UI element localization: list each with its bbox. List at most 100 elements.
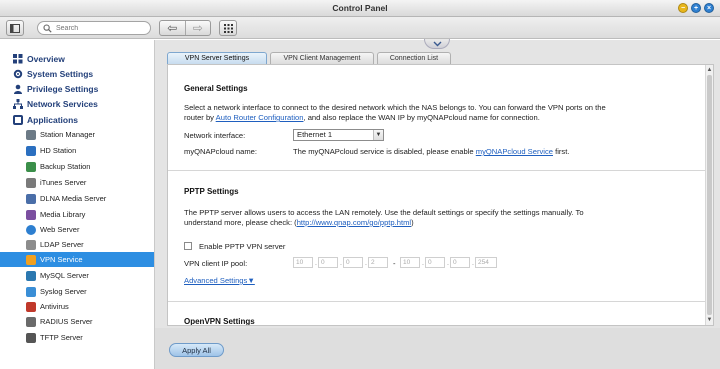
ip-pool-end-octet-2[interactable]: 0 — [425, 257, 445, 268]
search-input[interactable] — [56, 23, 146, 33]
ip-pool-start-octet-3[interactable]: 0 — [343, 257, 363, 268]
applications-icon — [13, 115, 23, 125]
antivirus-icon — [26, 301, 36, 312]
sidebar-item-label: TFTP Server — [40, 333, 83, 342]
tab-vpn-client-management[interactable]: VPN Client Management — [270, 52, 374, 64]
minimize-button[interactable]: − — [678, 3, 688, 13]
sidebar-item-syslog-server[interactable]: Syslog Server — [26, 284, 154, 299]
network-interface-value: Ethernet 1 — [297, 130, 333, 139]
scroll-up-arrow-icon[interactable]: ▲ — [706, 66, 713, 74]
itunes-server-icon — [26, 177, 36, 188]
ip-pool-end-octet-1[interactable]: 10 — [400, 257, 420, 268]
sidebar: Overview System Settings Privilege Setti… — [0, 40, 155, 369]
ip-pool-end-octet-3[interactable]: 0 — [450, 257, 470, 268]
vpn-service-icon — [26, 254, 36, 265]
pptp-description-line-2: understand more, please check: (http://w… — [184, 218, 709, 228]
close-button[interactable]: × — [704, 3, 714, 13]
web-server-icon — [26, 224, 36, 235]
ip-pool-start-octet-2[interactable]: 0 — [318, 257, 338, 268]
sidebar-item-media-library[interactable]: Media Library — [26, 207, 154, 222]
sidebar-item-label: Overview — [27, 54, 65, 64]
pptp-description: The PPTP server allows users to access t… — [184, 208, 709, 228]
sidebar-item-itunes-server[interactable]: iTunes Server — [26, 175, 154, 190]
tab-connection-list[interactable]: Connection List — [377, 52, 451, 64]
sidebar-item-label: Applications — [27, 115, 79, 125]
syslog-server-icon — [26, 286, 36, 297]
radius-server-icon — [26, 316, 36, 327]
network-interface-select[interactable]: Ethernet 1 ▼ — [293, 129, 384, 141]
sidebar-item-privilege-settings[interactable]: Privilege Settings — [13, 83, 98, 95]
search-icon — [43, 24, 52, 33]
ip-pool-end-octet-4[interactable]: 254 — [475, 257, 497, 268]
apply-all-button[interactable]: Apply All — [169, 343, 224, 357]
general-description-text: , and also replace the WAN IP by myQNAPc… — [303, 113, 540, 122]
general-description-line-1: Select a network interface to connect to… — [184, 103, 606, 112]
hd-station-icon — [26, 145, 36, 156]
sidebar-item-hd-station[interactable]: HD Station — [26, 143, 154, 158]
sidebar-item-tftp-server[interactable]: TFTP Server — [26, 330, 154, 345]
tftp-server-icon — [26, 332, 36, 343]
media-library-icon — [26, 209, 36, 220]
pptp-settings-title: PPTP Settings — [184, 187, 239, 196]
user-icon — [14, 84, 22, 94]
sidebar-item-label: Web Server — [40, 225, 80, 234]
sidebar-item-antivirus[interactable]: Antivirus — [26, 299, 154, 314]
vertical-scrollbar[interactable]: ▲ ▼ — [705, 65, 713, 325]
chevron-down-icon — [433, 41, 441, 46]
sidebar-item-backup-station[interactable]: Backup Station — [26, 159, 154, 174]
enable-pptp-checkbox[interactable] — [184, 242, 192, 250]
ip-pool-start-octet-4[interactable]: 2 — [368, 257, 388, 268]
scroll-down-arrow-icon[interactable]: ▼ — [706, 316, 713, 324]
enable-pptp-label: Enable PPTP VPN server — [199, 242, 286, 251]
sidebar-item-overview[interactable]: Overview — [13, 53, 65, 65]
sidebar-item-station-manager[interactable]: Station Manager — [26, 127, 154, 142]
sidebar-item-dlna-media-server[interactable]: DLNA Media Server — [26, 191, 154, 206]
ip-separator-dot: . — [365, 260, 367, 267]
window-controls: − + × — [678, 3, 714, 13]
sidebar-item-applications[interactable]: Applications — [13, 114, 78, 126]
sidebar-item-label: Backup Station — [40, 162, 91, 171]
ip-range-separator: - — [393, 259, 396, 268]
ip-separator-dot: . — [422, 260, 424, 267]
ip-pool-start-octet-1[interactable]: 10 — [293, 257, 313, 268]
back-button[interactable]: ⇦ — [160, 21, 185, 35]
sidebar-item-radius-server[interactable]: RADIUS Server — [26, 314, 154, 329]
toolbar: ⇦ ⇨ — [0, 17, 720, 39]
sidebar-item-web-server[interactable]: Web Server — [26, 222, 154, 237]
forward-button[interactable]: ⇨ — [184, 21, 211, 35]
sidebar-item-label: Antivirus — [40, 302, 69, 311]
advanced-settings-link[interactable]: Advanced Settings▼ — [184, 276, 255, 285]
sidebar-item-system-settings[interactable]: System Settings — [13, 68, 93, 80]
home-button[interactable] — [6, 20, 24, 36]
sidebar-item-mysql-server[interactable]: MySQL Server — [26, 268, 154, 283]
sidebar-item-ldap-server[interactable]: LDAP Server — [26, 237, 154, 252]
apps-button[interactable] — [219, 20, 237, 36]
sidebar-item-label: MySQL Server — [40, 271, 89, 280]
divider — [168, 301, 706, 302]
sidebar-item-vpn-service[interactable]: VPN Service — [0, 252, 154, 267]
sidebar-item-network-services[interactable]: Network Services — [13, 98, 98, 110]
tab-bar: VPN Server Settings VPN Client Managemen… — [167, 52, 451, 64]
myqnapcloud-name-label: myQNAPcloud name: — [184, 147, 258, 156]
main-panel: VPN Server Settings VPN Client Managemen… — [155, 39, 720, 369]
myqnapcloud-status: The myQNAPcloud service is disabled, ple… — [293, 147, 569, 156]
gear-icon — [13, 69, 23, 79]
sidebar-item-label: LDAP Server — [40, 240, 84, 249]
maximize-button[interactable]: + — [691, 3, 701, 13]
scrollbar-thumb[interactable] — [707, 75, 712, 315]
sidebar-item-label: Station Manager — [40, 130, 96, 139]
overview-icon — [13, 54, 23, 64]
tab-vpn-server-settings[interactable]: VPN Server Settings — [167, 52, 267, 64]
myqnapcloud-service-link[interactable]: myQNAPcloud Service — [476, 147, 553, 156]
sidebar-item-label: iTunes Server — [40, 178, 87, 187]
sidebar-item-label: Privilege Settings — [27, 84, 99, 94]
auto-router-configuration-link[interactable]: Auto Router Configuration — [216, 113, 304, 122]
search-box[interactable] — [37, 21, 151, 35]
ip-separator-dot: . — [472, 260, 474, 267]
myqnapcloud-status-text: The myQNAPcloud service is disabled, ple… — [293, 147, 476, 156]
sidebar-item-label: Syslog Server — [40, 287, 87, 296]
general-description-text: router by — [184, 113, 216, 122]
collapse-toggle[interactable] — [424, 39, 450, 49]
dlna-media-server-icon — [26, 193, 36, 204]
pptp-help-link[interactable]: http://www.qnap.com/go/pptp.html — [297, 218, 411, 227]
